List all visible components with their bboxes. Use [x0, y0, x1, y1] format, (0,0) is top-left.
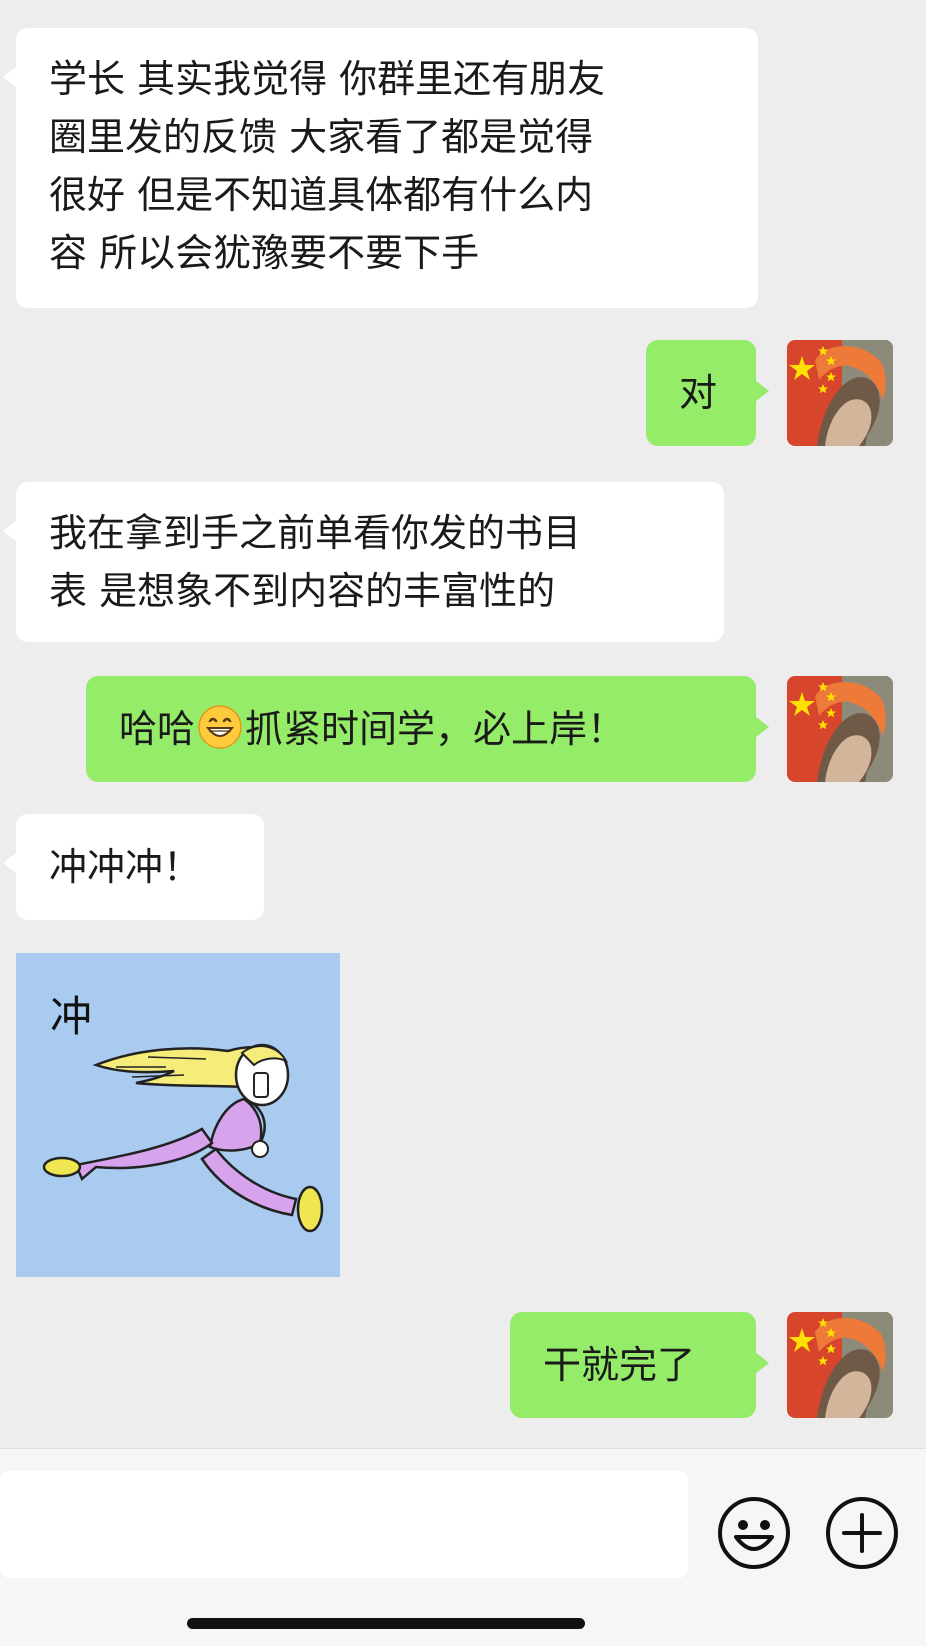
- grinning-emoji: [198, 705, 242, 749]
- incoming-message[interactable]: 我在拿到手之前单看你发的书目 表 是想象不到内容的丰富性的: [3, 482, 724, 642]
- input-bar: [0, 1448, 926, 1646]
- china-flag-avatar-icon: [787, 1312, 893, 1418]
- outgoing-message[interactable]: 哈哈 抓紧时间学，必上岸！: [86, 676, 769, 782]
- message-line: 很好 但是不知道具体都有什么内: [49, 173, 594, 217]
- chat-messages: 学长 其实我觉得 你群里还有朋友 圈里发的反馈 大家看了都是觉得 很好 但是不知…: [0, 0, 926, 1448]
- avatar[interactable]: [787, 1312, 893, 1418]
- message-text: 对: [679, 371, 718, 415]
- smiley-icon[interactable]: [716, 1495, 792, 1571]
- message-text: 冲冲冲！: [49, 845, 202, 889]
- message-text: 抓紧时间学，必上岸！: [245, 707, 626, 751]
- incoming-message[interactable]: 学长 其实我觉得 你群里还有朋友 圈里发的反馈 大家看了都是觉得 很好 但是不知…: [3, 28, 758, 308]
- outgoing-message[interactable]: 对: [646, 340, 769, 446]
- avatar[interactable]: [787, 676, 893, 782]
- message-text: 干就完了: [543, 1343, 696, 1387]
- plus-icon[interactable]: [824, 1495, 900, 1571]
- running-girl-sticker-icon: 冲: [16, 953, 340, 1277]
- message-line: 容 所以会犹豫要不要下手: [49, 231, 480, 275]
- sticker-caption: 冲: [50, 992, 92, 1041]
- message-line: 圈里发的反馈 大家看了都是觉得: [49, 115, 594, 159]
- sticker-message[interactable]: 冲: [16, 953, 340, 1277]
- message-text: 哈哈: [119, 707, 196, 751]
- china-flag-avatar-icon: [787, 676, 893, 782]
- message-line: 我在拿到手之前单看你发的书目: [49, 511, 582, 555]
- incoming-message[interactable]: 冲冲冲！: [3, 814, 264, 920]
- message-line: 表 是想象不到内容的丰富性的: [49, 569, 556, 613]
- message-line: 学长 其实我觉得 你群里还有朋友: [49, 57, 606, 101]
- home-indicator[interactable]: [187, 1618, 585, 1629]
- outgoing-message[interactable]: 干就完了: [510, 1312, 769, 1418]
- china-flag-avatar-icon: [787, 340, 893, 446]
- message-input[interactable]: [0, 1471, 688, 1578]
- avatar[interactable]: [787, 340, 893, 446]
